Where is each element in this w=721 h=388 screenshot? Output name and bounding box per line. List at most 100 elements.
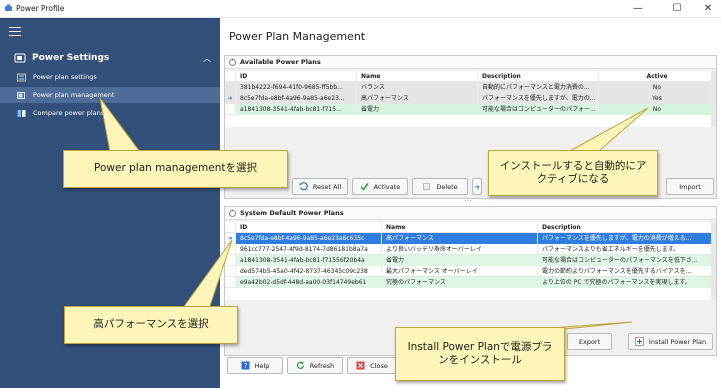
help-icon: ? (241, 361, 250, 370)
table-row[interactable]: e9a42b02-d5df-448d-aa00-03f14749eb61 究極の… (225, 276, 716, 288)
current-row-arrow-icon: ➔ (225, 92, 236, 104)
cell-description: 自動的にパフォーマンスと電力消費の... (478, 81, 599, 93)
sidebar-item-label: Compare power plans (33, 109, 105, 117)
sidebar-item-power-plan-management[interactable]: Power plan management (0, 87, 220, 103)
collapse-icon[interactable]: ˇ (229, 209, 236, 217)
import-label: Import (679, 182, 701, 191)
cell-name: 究極のパフォーマンス (382, 276, 538, 288)
delete-label: Delete (436, 182, 458, 191)
cell-name: 省電力 (382, 254, 538, 266)
install-icon (635, 337, 644, 346)
grid-scrollbar[interactable] (711, 71, 716, 127)
column-header-id[interactable]: ID (236, 70, 357, 82)
page-title: Power Plan Management (229, 30, 366, 43)
grid-header: ID Name Description Active (225, 70, 716, 82)
table-row[interactable]: ➔ 8c5e7fda-e8bf-4a96-9a85-a6e23... 高パフォー… (225, 92, 716, 104)
reset-all-label: Reset All (312, 182, 342, 191)
arrow-icon: ➔ (474, 182, 480, 191)
column-header-name[interactable]: Name (357, 70, 478, 82)
battery-list-icon (17, 91, 25, 99)
compare-icon (17, 109, 26, 117)
panel-splitter-handle[interactable]: ··· (458, 198, 478, 205)
cell-id: 381b4222-f694-41f0-9685-ff5bb... (236, 81, 357, 93)
column-header-id[interactable]: ID (236, 221, 382, 233)
import-button[interactable]: Import (666, 178, 714, 195)
table-row[interactable]: 961cc777-2547-4f9d-8174-7d86181b8a7a より良… (225, 243, 716, 255)
cell-description: パフォーマンスよりも省エネルギーを優先します。 (538, 243, 716, 255)
grid-scrollbar[interactable] (711, 222, 716, 300)
close-button[interactable]: Close (347, 357, 397, 374)
cell-name: 省電力 (357, 103, 478, 115)
refresh-icon (296, 361, 304, 369)
hamburger-menu-icon[interactable] (9, 27, 21, 36)
cell-id: a1841308-3541-4fab-bc81-f71556f20b4a (236, 254, 382, 266)
table-row[interactable]: 381b4222-f694-41f0-9685-ff5bb... バランス 自動… (225, 81, 716, 93)
column-header-description[interactable]: Description (538, 221, 716, 233)
current-row-arrow-icon: ➔ (225, 232, 236, 244)
cell-active: No (599, 103, 716, 115)
callout-select-management: Power plan managementを選択 (63, 150, 288, 188)
delete-button[interactable]: Delete (412, 178, 468, 195)
sidebar-item-power-plan-settings[interactable]: Power plan settings (0, 69, 220, 85)
cell-id: e9a42b02-d5df-448d-aa00-03f14749eb61 (236, 276, 382, 288)
cell-name: 最大パフォーマンス オーバーレイ (382, 265, 538, 277)
cell-id: ded574b5-45a0-4f42-8737-46345c09c238 (236, 265, 382, 277)
cell-name: 高パフォーマンス (357, 92, 478, 104)
cell-id: 8c5e7fda-e8bf-4a96-9a85-a6e23a8c635c (236, 232, 382, 244)
sidebar-item-label: Power plan settings (33, 73, 97, 81)
cell-description: パフォーマンスを優先しますが、電力の消費が増える... (538, 232, 716, 244)
sidebar-section-header[interactable]: Power Settings (14, 53, 109, 63)
cell-name: 高パフォーマンス (382, 232, 538, 244)
callout-auto-active: インストールすると自動的にアクティブになる (488, 150, 658, 196)
available-plans-header[interactable]: ˇ Available Power Plans (225, 56, 716, 69)
reset-icon (299, 182, 308, 191)
cell-description: 可能な場合はコンピューターのパフォーマンスを低下さ... (538, 254, 716, 266)
callout-install-plan: Install Power Planで電源プランをインストール (395, 327, 565, 381)
refresh-label: Refresh (309, 361, 335, 370)
cell-active: Yes (599, 92, 716, 104)
cell-id: 961cc777-2547-4f9d-8174-7d86181b8a7a (236, 243, 382, 255)
refresh-button[interactable]: Refresh (287, 357, 343, 374)
default-plans-grid: ID Name Description ➔ 8c5e7fda-e8bf-4a96… (225, 221, 716, 300)
sidebar-item-label: Power plan management (33, 91, 115, 99)
delete-icon (423, 183, 431, 190)
column-header-active[interactable]: Active (599, 70, 716, 82)
table-row-selected[interactable]: ➔ 8c5e7fda-e8bf-4a96-9a85-a6e23a8c635c 高… (225, 232, 716, 244)
close-label: Close (370, 361, 388, 370)
column-header-name[interactable]: Name (382, 221, 538, 233)
grid-header: ID Name Description (225, 221, 716, 233)
collapse-icon[interactable]: ˇ (229, 58, 236, 66)
install-power-plan-label: Install Power Plan (648, 337, 707, 346)
help-button[interactable]: ? Help (227, 357, 283, 374)
partially-hidden-button[interactable]: ➔ (472, 178, 482, 195)
help-label: Help (254, 361, 270, 370)
cell-description: 電力の節約よりパフォーマンスを優先するバイアスを... (538, 265, 716, 277)
table-row[interactable]: ded574b5-45a0-4f42-8737-46345c09c238 最大パ… (225, 265, 716, 277)
sidebar-item-compare-power-plans[interactable]: Compare power plans (0, 105, 220, 121)
minimize-button[interactable]: — (627, 1, 649, 16)
app-icon (5, 4, 12, 11)
window-title: Power Profile (16, 4, 65, 13)
cell-id: a1841308-3541-4fab-bc81-f715... (236, 103, 357, 115)
chevron-up-icon[interactable]: ︿ (203, 53, 211, 64)
table-row[interactable]: a1841308-3541-4fab-bc81-f715... 省電力 可能な場… (225, 103, 716, 115)
export-button[interactable]: Export (567, 333, 612, 350)
close-window-button[interactable]: ✕ (697, 1, 719, 16)
close-icon (356, 361, 365, 370)
activate-label: Activate (373, 182, 401, 191)
table-row[interactable]: a1841308-3541-4fab-bc81-f71556f20b4a 省電力… (225, 254, 716, 266)
install-power-plan-button[interactable]: Install Power Plan (628, 333, 713, 350)
available-plans-grid: ID Name Description Active 381b4222-f694… (225, 70, 716, 127)
cell-description: 可能な場合はコンピューターのパフォー... (478, 103, 599, 115)
cell-name: バランス (357, 81, 478, 93)
default-plans-header[interactable]: ˇ System Default Power Plans (225, 207, 716, 220)
sidebar-header-label: Power Settings (32, 53, 110, 63)
power-settings-icon (14, 53, 26, 63)
available-plans-heading: Available Power Plans (240, 58, 321, 66)
cell-id: 8c5e7fda-e8bf-4a96-9a85-a6e23... (236, 92, 357, 104)
column-header-description[interactable]: Description (478, 70, 599, 82)
activate-button[interactable]: Activate (352, 178, 408, 195)
maximize-button[interactable]: ☐ (666, 1, 688, 16)
cell-name: より良いバッテリ寿命オーバーレイ (382, 243, 538, 255)
reset-all-button[interactable]: Reset All (292, 178, 348, 195)
